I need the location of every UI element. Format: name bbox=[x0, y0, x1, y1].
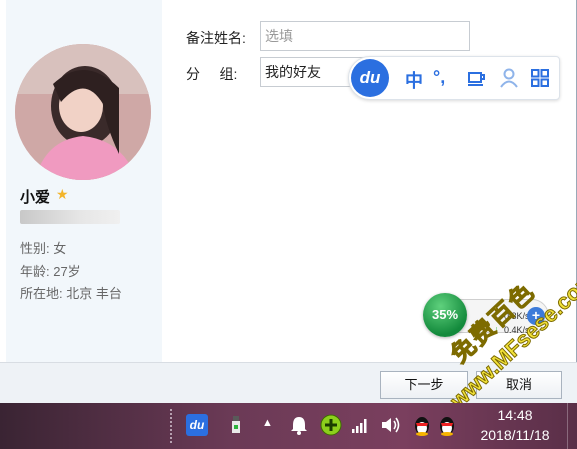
show-desktop-button[interactable] bbox=[567, 403, 577, 449]
redacted-account bbox=[20, 210, 120, 224]
qq-penguin-icon[interactable] bbox=[413, 414, 431, 440]
usb-device-icon[interactable] bbox=[230, 415, 242, 439]
ime-mode-toggle[interactable]: 中 bbox=[405, 67, 423, 93]
clock-date: 2018/11/18 bbox=[480, 427, 550, 443]
security-plus-icon[interactable] bbox=[320, 414, 342, 440]
avatar-photo bbox=[15, 44, 151, 180]
taskbar-clock[interactable]: 14:48 2018/11/18 bbox=[475, 407, 555, 443]
baidu-ime-logo-icon[interactable]: du bbox=[351, 59, 389, 97]
network-signal-icon[interactable] bbox=[351, 416, 369, 438]
profile-age: 年龄: 27岁 bbox=[20, 264, 81, 279]
ime-user-icon[interactable] bbox=[499, 68, 519, 93]
ime-punct-toggle[interactable]: °, bbox=[433, 67, 445, 88]
qq-penguin-icon-2[interactable] bbox=[438, 414, 456, 440]
taskbar-grip[interactable] bbox=[170, 409, 176, 443]
remark-name-input[interactable] bbox=[260, 21, 470, 51]
profile-location: 所在地: 北京 丰台 bbox=[20, 286, 122, 301]
clock-time: 14:48 bbox=[497, 407, 533, 423]
group-label: 分 组: bbox=[186, 66, 238, 82]
star-icon: ★ bbox=[56, 186, 69, 202]
tray-expand-arrow-icon[interactable]: ▲ bbox=[262, 417, 273, 429]
remark-label: 备注姓名: bbox=[186, 30, 246, 46]
profile-name: 小爱 bbox=[20, 189, 51, 206]
avatar bbox=[15, 44, 151, 180]
group-select-value: 我的好友 bbox=[265, 64, 321, 80]
volume-speaker-icon[interactable] bbox=[380, 415, 402, 439]
taskbar: du ▲ 14:48 2018/11/18 bbox=[0, 403, 577, 449]
profile-gender: 性别: 女 bbox=[20, 241, 67, 256]
ime-skin-icon[interactable] bbox=[467, 69, 485, 92]
ime-toolbar: du 中 °, bbox=[348, 56, 560, 100]
baidu-ime-tray-icon[interactable]: du bbox=[186, 414, 208, 436]
profile-panel: 小爱 ★ 性别: 女 年龄: 27岁 所在地: 北京 丰台 bbox=[6, 0, 162, 362]
ime-menu-grid-icon[interactable] bbox=[531, 69, 549, 92]
notification-bell-icon[interactable] bbox=[290, 415, 308, 439]
